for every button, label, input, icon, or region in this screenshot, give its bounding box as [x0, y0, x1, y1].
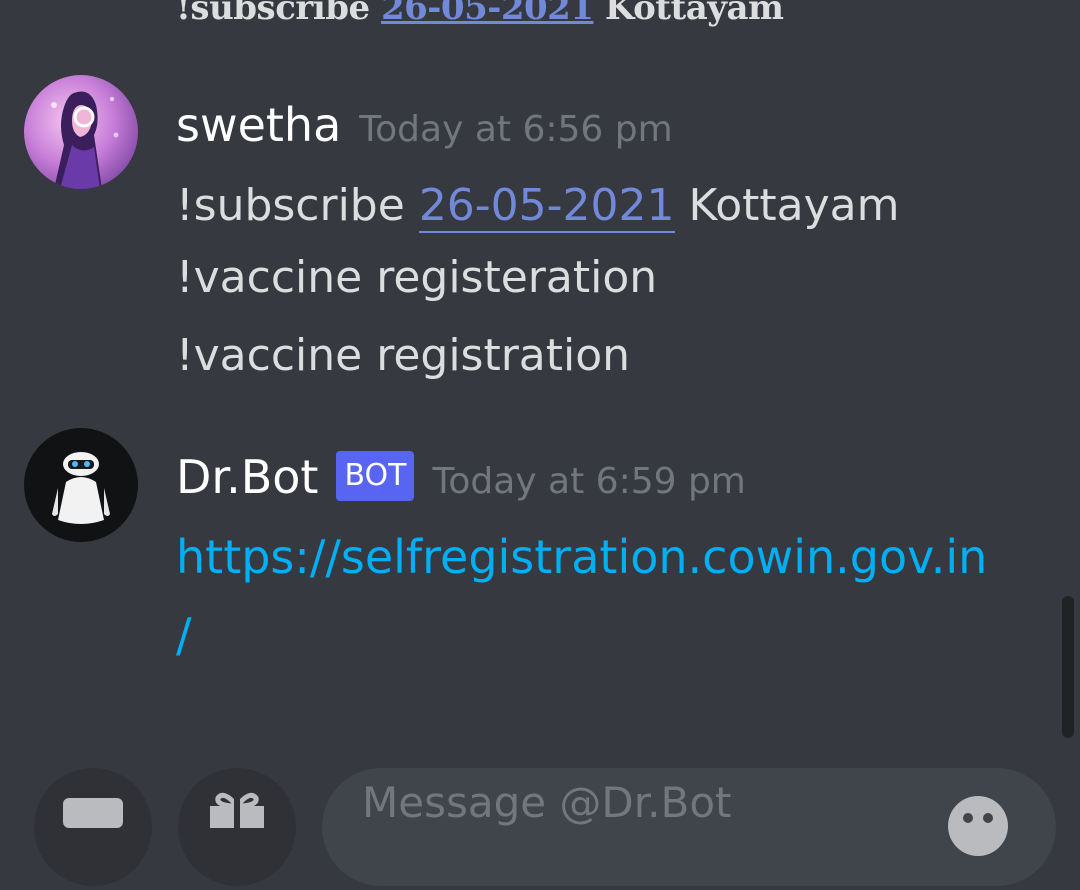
cowin-link[interactable]: https://selfregistration.cowin.gov.in [176, 530, 987, 584]
previous-message-command: !subscribe [176, 0, 370, 28]
date-link[interactable]: 26-05-2021 [418, 180, 675, 233]
scrollbar-thumb[interactable] [1062, 596, 1074, 738]
cowin-link-continued[interactable]: / [176, 608, 192, 662]
gift-button[interactable] [178, 768, 296, 886]
avatar-drbot[interactable] [24, 428, 138, 542]
message-line: !vaccine registeration [176, 252, 658, 303]
image-icon [63, 798, 123, 828]
avatar-swetha[interactable] [24, 75, 138, 189]
bot-badge: BOT [336, 451, 415, 501]
message-drbot: Dr.Bot BOT Today at 6:59 pm https://selfre… [176, 444, 987, 662]
username[interactable]: Dr.Bot [176, 450, 318, 504]
avatar-girl-image [51, 91, 119, 189]
message-input-placeholder: Message @Dr.Bot [362, 778, 732, 827]
robot-icon [52, 452, 110, 524]
message-input[interactable]: Message @Dr.Bot [322, 768, 1056, 886]
username[interactable]: swetha [176, 98, 341, 152]
emoji-icon[interactable] [946, 794, 1010, 858]
message-header: Dr.Bot BOT Today at 6:59 pm [176, 444, 746, 510]
message-header: swetha Today at 6:56 pm [176, 92, 673, 158]
message-line: !vaccine registration [176, 330, 631, 381]
timestamp: Today at 6:56 pm [359, 109, 673, 150]
location-text: Kottayam [688, 180, 900, 231]
message-line: !subscribe 26-05-2021 Kottayam [176, 180, 900, 233]
previous-message-location: Kottayam [604, 0, 784, 28]
gift-icon [210, 792, 264, 828]
previous-message-date-link[interactable]: 26-05-2021 [381, 0, 594, 28]
command-text: !subscribe [176, 180, 405, 231]
message-swetha: swetha Today at 6:56 pm !subscribe 26-05-… [176, 92, 899, 381]
previous-message: !subscribe 26-05-2021 Kottayam [176, 0, 784, 28]
attach-image-button[interactable] [34, 768, 152, 886]
timestamp: Today at 6:59 pm [432, 461, 746, 502]
